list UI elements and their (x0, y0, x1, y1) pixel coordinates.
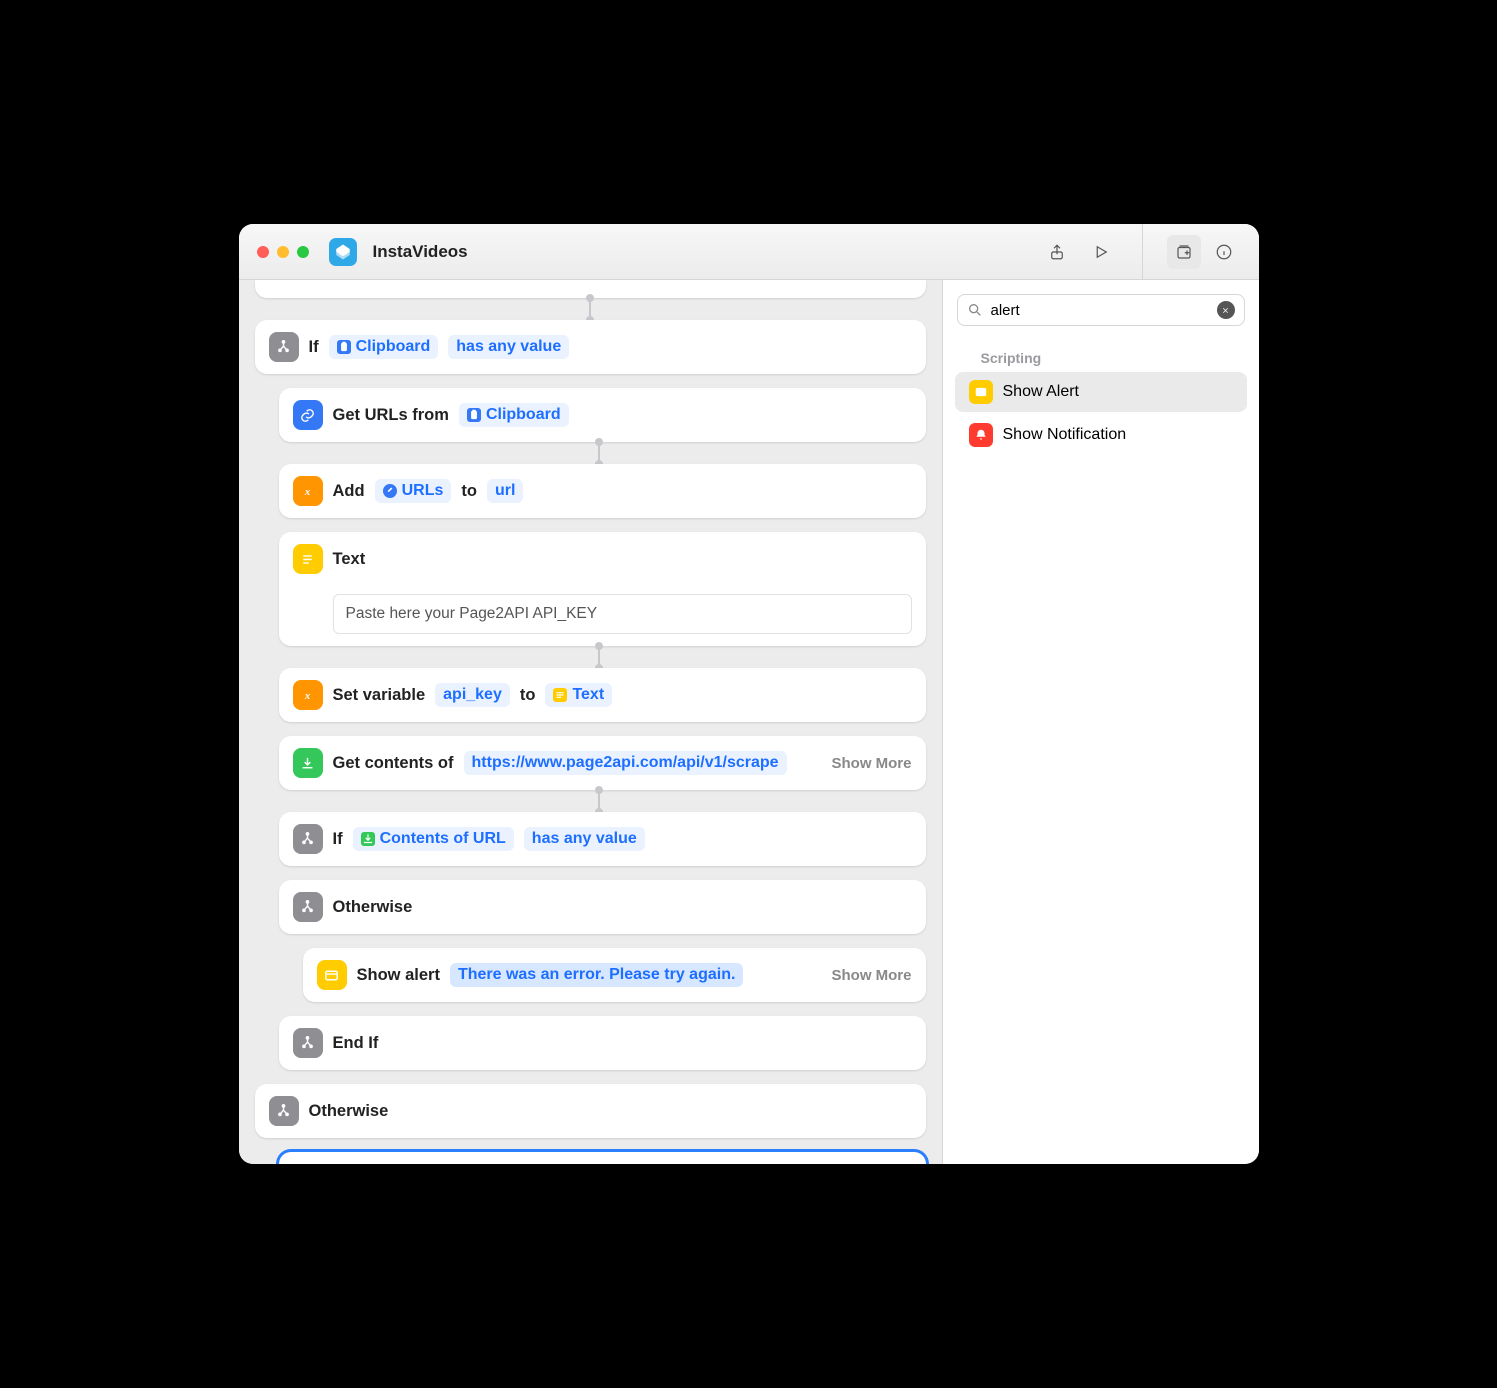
svg-text:x: x (304, 487, 311, 498)
action-get-urls[interactable]: Get URLs from Clipboard (279, 388, 926, 442)
branch-icon (293, 824, 323, 854)
fullscreen-window-button[interactable] (297, 246, 309, 258)
connector (598, 442, 600, 464)
get-contents-label: Get contents of (333, 754, 454, 773)
search-input[interactable] (991, 302, 1209, 319)
section-header-scripting: Scripting (943, 340, 1259, 372)
url-token[interactable]: https://www.page2api.com/api/v1/scrape (464, 751, 787, 775)
shortcut-app-icon (329, 238, 357, 266)
minimize-window-button[interactable] (277, 246, 289, 258)
variable-icon: x (293, 680, 323, 710)
text-token[interactable]: Text (545, 683, 612, 707)
action-end-if[interactable]: End If (279, 1016, 926, 1070)
add-label: Add (333, 482, 365, 501)
get-urls-label: Get URLs from (333, 406, 449, 425)
text-input-field[interactable]: Paste here your Page2API API_KEY (333, 594, 912, 634)
end-if-label: End If (333, 1034, 379, 1053)
link-icon (293, 400, 323, 430)
clear-search-button[interactable] (1217, 301, 1235, 319)
clipboard-token[interactable]: Clipboard (459, 403, 569, 427)
branch-icon (269, 1096, 299, 1126)
contents-of-url-token[interactable]: Contents of URL (353, 827, 514, 851)
show-more-button[interactable]: Show More (831, 967, 911, 984)
search-field[interactable] (957, 294, 1245, 326)
connector (598, 790, 600, 812)
connector (598, 646, 600, 668)
shortcuts-editor-window: InstaVideos If (239, 224, 1259, 1164)
show-more-button[interactable]: Show More (831, 755, 911, 772)
share-button[interactable] (1040, 235, 1074, 269)
branch-icon (293, 892, 323, 922)
alert-message-token[interactable]: There was an error. Please try again. (450, 963, 743, 987)
variable-icon: x (293, 476, 323, 506)
window-controls (257, 246, 309, 258)
condition-token[interactable]: has any value (524, 827, 645, 851)
to-keyword: to (461, 482, 477, 501)
svg-text:x: x (304, 691, 311, 702)
action-show-alert-inner[interactable]: Show alert There was an error. Please tr… (303, 948, 926, 1002)
titlebar: InstaVideos (239, 224, 1259, 280)
action-otherwise-outer[interactable]: Otherwise (255, 1084, 926, 1138)
download-icon (293, 748, 323, 778)
shortcut-title[interactable]: InstaVideos (373, 242, 468, 262)
library-panel-button[interactable] (1167, 235, 1201, 269)
otherwise-label: Otherwise (309, 1102, 389, 1121)
toolbar-divider (1142, 224, 1143, 279)
condition-token[interactable]: has any value (448, 335, 569, 359)
text-icon (293, 544, 323, 574)
api-key-token[interactable]: api_key (435, 683, 510, 707)
action-set-variable[interactable]: x Set variable api_key to Text (279, 668, 926, 722)
otherwise-label: Otherwise (333, 898, 413, 917)
set-variable-label: Set variable (333, 686, 426, 705)
text-label: Text (333, 550, 366, 569)
result-show-alert[interactable]: Show Alert (955, 372, 1247, 412)
action-text[interactable]: Text Paste here your Page2API API_KEY (279, 532, 926, 646)
info-panel-button[interactable] (1207, 235, 1241, 269)
action-otherwise-inner[interactable]: Otherwise (279, 880, 926, 934)
urls-token[interactable]: URLs (375, 479, 452, 503)
action-if[interactable]: If Clipboard has any value (255, 320, 926, 374)
result-show-notification[interactable]: Show Notification (955, 415, 1247, 455)
action-add-to-variable[interactable]: x Add URLs to url (279, 464, 926, 518)
search-icon (967, 302, 983, 318)
notification-icon (969, 423, 993, 447)
if-keyword: If (333, 830, 343, 849)
action-if-inner[interactable]: If Contents of URL has any value (279, 812, 926, 866)
action-get-contents-url[interactable]: Get contents of https://www.page2api.com… (279, 736, 926, 790)
action-show-alert-outer[interactable]: Show alert Copy the Instagram post URL a… (279, 1152, 926, 1164)
connector (589, 298, 591, 320)
alert-icon (969, 380, 993, 404)
run-button[interactable] (1084, 235, 1118, 269)
url-variable-token[interactable]: url (487, 479, 523, 503)
alert-icon (317, 960, 347, 990)
close-window-button[interactable] (257, 246, 269, 258)
workflow-canvas[interactable]: If Clipboard has any value Get URLs from… (239, 280, 943, 1164)
branch-icon (293, 1028, 323, 1058)
actions-library-sidebar: Scripting Show Alert Show Notification (943, 280, 1259, 1164)
clipboard-token[interactable]: Clipboard (329, 335, 439, 359)
branch-icon (269, 332, 299, 362)
result-label: Show Alert (1003, 383, 1079, 401)
if-keyword: If (309, 338, 319, 357)
to-keyword: to (520, 686, 536, 705)
show-alert-label: Show alert (357, 966, 440, 985)
result-label: Show Notification (1003, 426, 1127, 444)
